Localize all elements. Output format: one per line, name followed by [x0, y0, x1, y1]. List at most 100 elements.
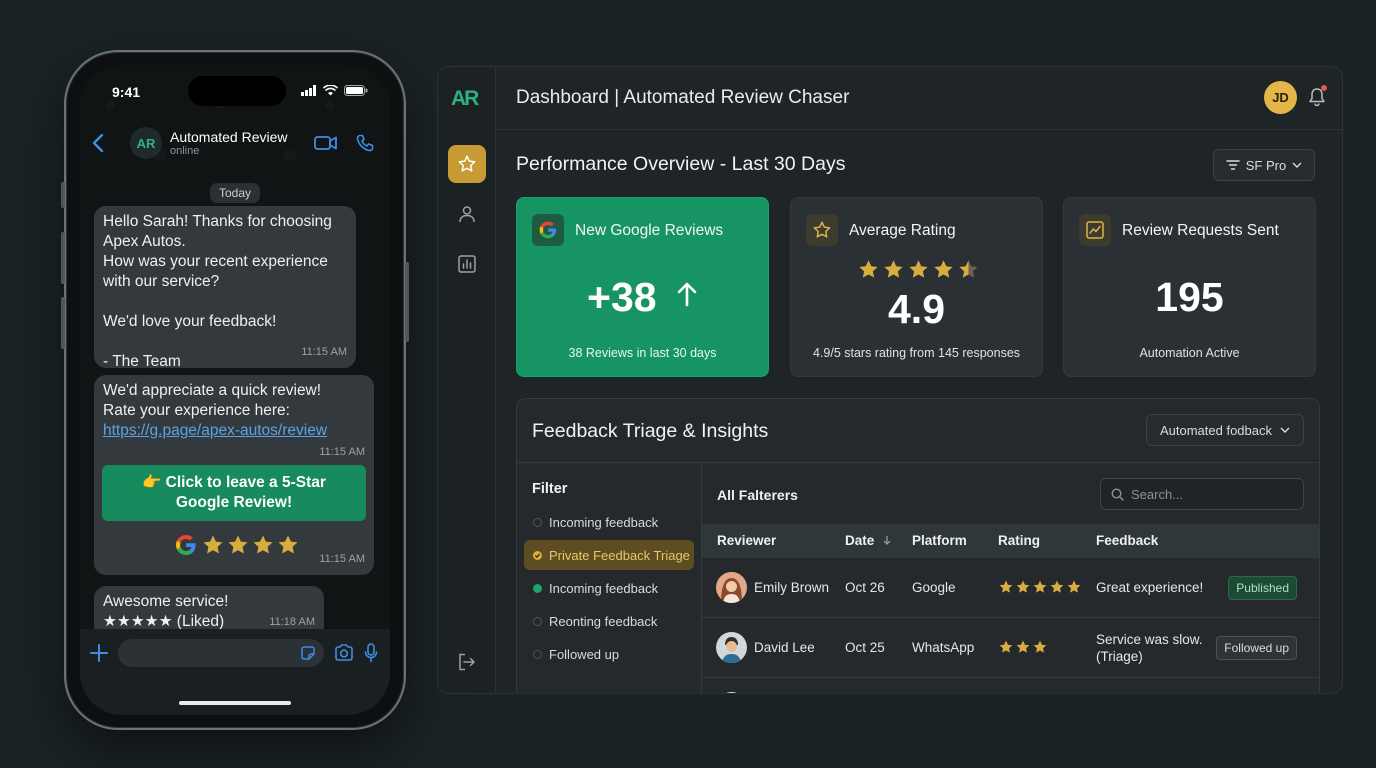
message-composer [80, 629, 390, 715]
star-icon [1067, 580, 1081, 593]
home-indicator [179, 701, 291, 705]
filter-heading: Filter [532, 481, 568, 497]
font-select-value: SF Pro [1245, 157, 1287, 173]
triage-title: Feedback Triage & Insights [532, 420, 769, 442]
column-header-feedback[interactable]: Feedback [1096, 533, 1158, 548]
status-badge[interactable]: Followed up [1216, 636, 1297, 660]
feedback-triage-panel: Feedback Triage & Insights Automated fod… [516, 398, 1320, 693]
plus-icon[interactable] [90, 644, 108, 662]
card-average-rating[interactable]: Average Rating 4.9 4.9/5 stars rating fr… [790, 197, 1043, 377]
battery-icon [344, 85, 368, 96]
sticker-icon[interactable] [300, 645, 316, 661]
column-header-label: Date [845, 533, 875, 548]
review-rating-stars [998, 639, 1048, 655]
wifi-icon [323, 85, 338, 96]
notification-dot [1321, 85, 1327, 91]
card-value: +38 [517, 274, 768, 321]
back-chevron-icon[interactable] [92, 133, 116, 153]
notification-bell-icon[interactable] [1308, 85, 1327, 107]
filter-item-incoming-active[interactable]: Incoming feedback [524, 573, 694, 603]
section-title: Performance Overview - Last 30 Days [516, 153, 846, 175]
video-call-icon[interactable] [314, 135, 338, 151]
chat-name: Automated Review [170, 129, 288, 145]
status-dot [533, 583, 542, 593]
table-row[interactable]: Emily Brown Oct 26 Google Great experien… [702, 558, 1319, 618]
table-header: Reviewer Date Platform Rating Feedback [702, 524, 1319, 558]
star-icon [806, 214, 838, 246]
star-icon [884, 260, 903, 278]
chat-avatar[interactable]: AR [130, 127, 162, 159]
check-circle-icon [533, 550, 542, 560]
card-label: New Google Reviews [575, 222, 724, 239]
message-text: We'd appreciate a quick review! Rate you… [103, 382, 322, 419]
table-row[interactable]: David Lee Oct 25 WhatsApp Service was sl… [702, 618, 1319, 678]
date-chip: Today [209, 183, 261, 203]
review-link[interactable]: https://g.page/apex-autos/review [103, 422, 327, 439]
star-icon [999, 580, 1013, 593]
filter-item-label: Private Feedback Triage [549, 547, 690, 563]
microphone-icon[interactable] [364, 643, 378, 663]
status-badge[interactable]: Published [1228, 576, 1297, 600]
reviewer-avatar [716, 572, 747, 603]
top-bar: Dashboard | Automated Review Chaser JD [496, 67, 1342, 130]
chat-title[interactable]: Automated Review online [170, 129, 314, 157]
filter-item-followed-up[interactable]: Followed up [524, 639, 694, 669]
search-placeholder: Search... [1131, 486, 1184, 502]
column-header-platform[interactable]: Platform [912, 533, 967, 548]
card-review-requests-sent[interactable]: Review Requests Sent 195 Automation Acti… [1063, 197, 1316, 377]
filter-item-label: Incoming feedback [549, 514, 659, 530]
star-icon [1033, 580, 1047, 593]
star-icon [959, 260, 978, 278]
star-icon [859, 260, 878, 278]
camera-icon[interactable] [334, 644, 354, 662]
message-input[interactable] [118, 639, 324, 667]
card-new-google-reviews[interactable]: New Google Reviews +38 38 Reviews in las… [516, 197, 769, 377]
search-input[interactable]: Search... [1100, 478, 1304, 510]
automation-select[interactable]: Automated fodback [1146, 414, 1304, 446]
reviewer-name: David Lee [754, 640, 815, 655]
feedback-table-area: All Falterers Search... Reviewer Date Pl… [702, 463, 1319, 693]
rail-analytics-button[interactable] [448, 245, 486, 283]
message-time: 11:15 AM [319, 446, 365, 458]
phone-mute-switch [61, 182, 65, 208]
google-logo-icon [176, 535, 196, 555]
filter-item-incoming[interactable]: Incoming feedback [524, 507, 694, 537]
star-icon [1033, 640, 1047, 653]
user-avatar[interactable]: JD [1264, 81, 1297, 114]
reviewer-name: Emily Brown [754, 580, 830, 595]
star-icon [203, 535, 223, 554]
phone-screen: 9:41 AR Automated Review online Today He… [80, 65, 390, 715]
star-icon [458, 155, 476, 172]
table-title: All Falterers [717, 487, 798, 503]
message-bubble: Hello Sarah! Thanks for choosing Apex Au… [94, 206, 356, 370]
status-time: 9:41 [112, 84, 141, 100]
search-icon [1111, 487, 1124, 501]
bubble-star-rating [201, 533, 300, 557]
app-logo: AR [451, 87, 479, 110]
rail-logout-button[interactable] [448, 643, 486, 681]
column-header-date[interactable]: Date [845, 533, 891, 548]
filter-item-private-triage[interactable]: Private Feedback Triage [524, 540, 694, 570]
rail-users-button[interactable] [448, 195, 486, 233]
review-feedback: Great experience! [1096, 580, 1204, 595]
status-dot [533, 517, 542, 527]
column-header-rating[interactable]: Rating [998, 533, 1040, 548]
card-subtext: 38 Reviews in last 30 days [568, 346, 717, 360]
bar-chart-icon [458, 255, 476, 273]
message-bubble: We'd appreciate a quick review! Rate you… [94, 375, 374, 575]
font-select[interactable]: SF Pro [1213, 149, 1315, 181]
column-header-reviewer[interactable]: Reviewer [717, 533, 776, 548]
dashboard-window: AR Dashboard | Automated Review Chaser J… [437, 66, 1343, 694]
filter-item-label: Incoming feedback [549, 580, 659, 596]
status-bar: 9:41 [80, 65, 390, 117]
filter-item-reonting[interactable]: Reonting feedback [524, 606, 694, 636]
phone-call-icon[interactable] [356, 134, 374, 152]
review-platform: Google [912, 580, 956, 595]
leave-review-button[interactable]: 👉 Click to leave a 5-Star Google Review! [102, 465, 366, 521]
rail-reviews-button[interactable] [448, 145, 486, 183]
star-icon [278, 535, 298, 554]
star-icon [999, 640, 1013, 653]
user-icon [459, 206, 475, 223]
dynamic-island [188, 76, 286, 106]
signal-icon [301, 85, 316, 96]
